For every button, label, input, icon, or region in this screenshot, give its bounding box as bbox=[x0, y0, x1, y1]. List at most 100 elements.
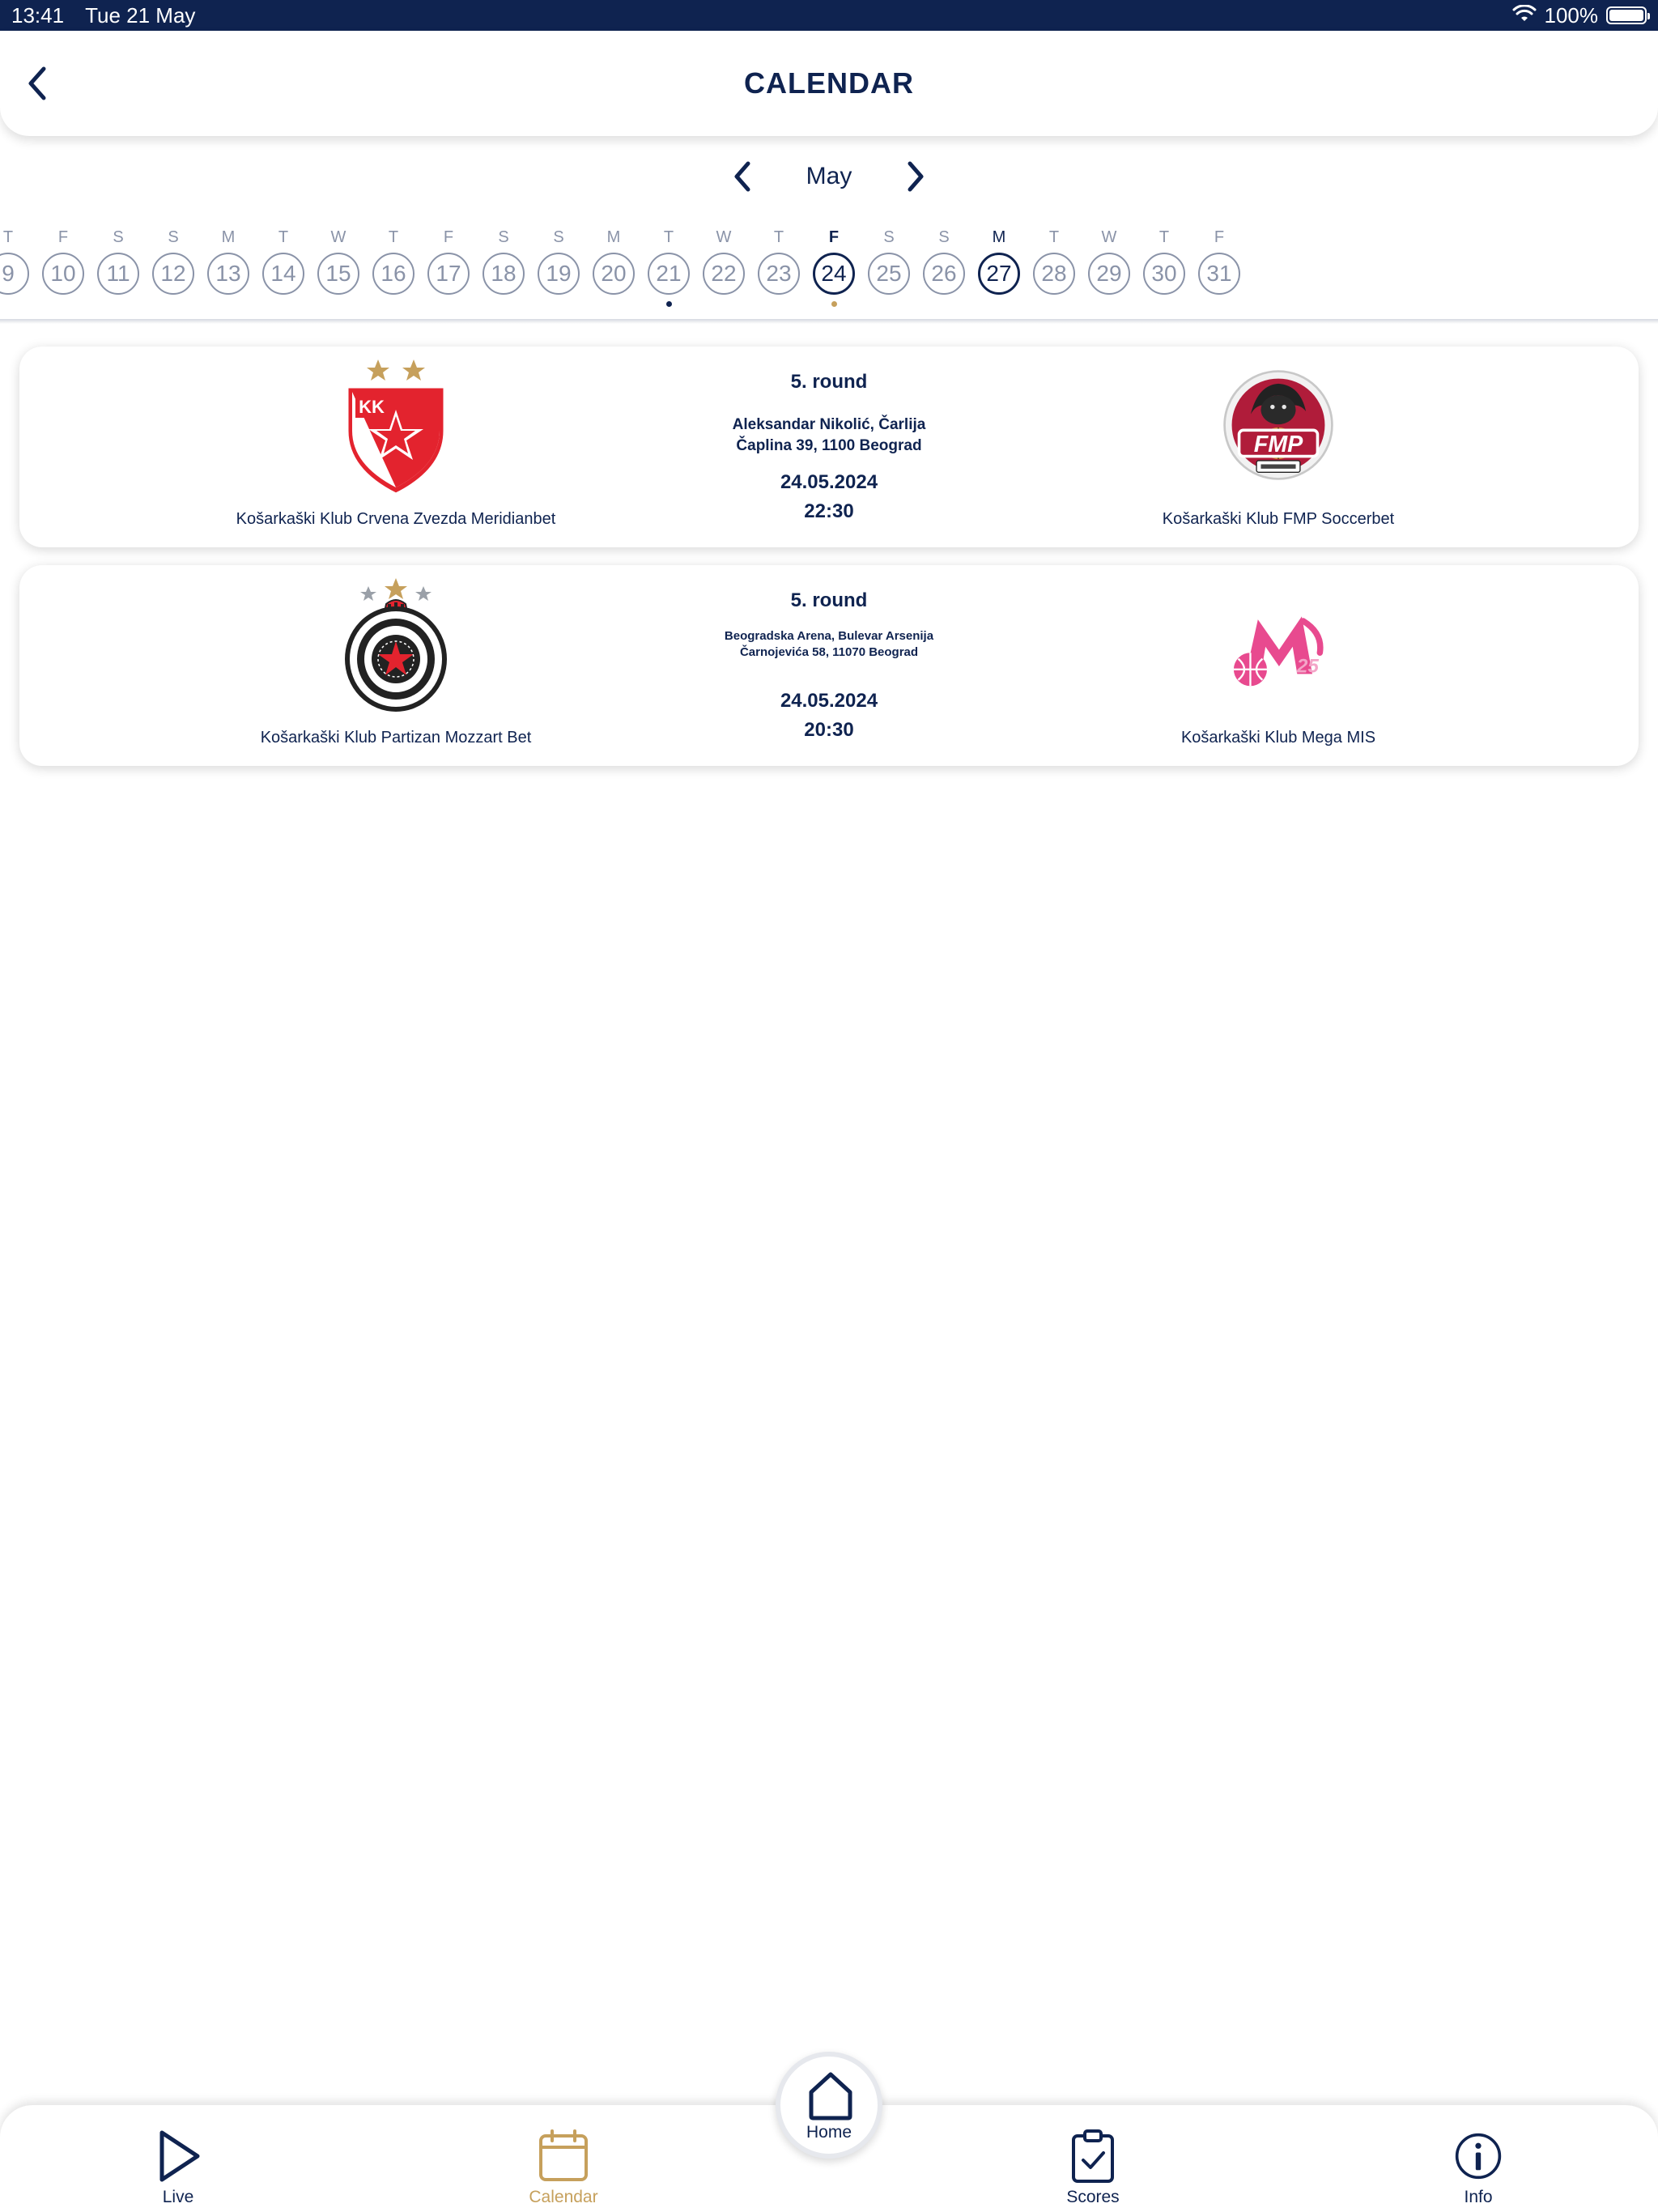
partizan-logo bbox=[339, 578, 453, 712]
day-31[interactable]: F 31 bbox=[1198, 223, 1240, 313]
home-button[interactable]: Home bbox=[776, 2052, 882, 2159]
match-time: 20:30 bbox=[804, 719, 854, 741]
match-card[interactable]: KK Košarkaški Klub Crvena Zvezda Meridia… bbox=[19, 347, 1639, 547]
day-13[interactable]: M 13 bbox=[207, 223, 249, 313]
match-time: 22:30 bbox=[804, 500, 854, 522]
tab-scores[interactable]: Scores bbox=[1012, 2129, 1174, 2210]
info-icon bbox=[1454, 2129, 1503, 2183]
next-month-button[interactable] bbox=[898, 159, 933, 194]
home-team[interactable]: KK Košarkaški Klub Crvena Zvezda Meridia… bbox=[169, 358, 623, 544]
tab-scores-label: Scores bbox=[1066, 2188, 1120, 2206]
tab-live[interactable]: Live bbox=[97, 2129, 259, 2210]
day-17[interactable]: F 17 bbox=[427, 223, 470, 313]
match-date: 24.05.2024 bbox=[780, 690, 878, 712]
away-team[interactable]: FMP Košarkaški Klub FMP Soccerbet bbox=[1052, 358, 1505, 544]
status-bar: 13:41 Tue 21 May 100% bbox=[0, 0, 1658, 31]
day-letter: T bbox=[773, 228, 784, 246]
day-9[interactable]: T9 bbox=[0, 223, 29, 313]
day-letter: S bbox=[498, 228, 509, 246]
match-card[interactable]: Košarkaški Klub Partizan Mozzart Bet 5. … bbox=[19, 565, 1639, 766]
battery-icon bbox=[1606, 6, 1650, 24]
day-number: 19 bbox=[538, 253, 580, 295]
away-team-name: Košarkaški Klub FMP Soccerbet bbox=[1162, 510, 1395, 528]
day-11[interactable]: S 11 bbox=[97, 223, 139, 313]
away-team[interactable]: 25 Košarkaški Klub Mega MIS bbox=[1052, 576, 1505, 763]
status-date: Tue 21 May bbox=[85, 2, 196, 28]
day-number: 20 bbox=[593, 253, 635, 295]
day-letter: F bbox=[1214, 228, 1225, 246]
day-number: 24 bbox=[813, 253, 855, 295]
day-number: 22 bbox=[703, 253, 745, 295]
match-round: 5. round bbox=[790, 371, 868, 393]
status-time: 13:41 bbox=[11, 2, 65, 28]
day-letter: F bbox=[57, 228, 69, 246]
page-title: CALENDAR bbox=[744, 66, 914, 100]
tab-info[interactable]: Info bbox=[1397, 2129, 1559, 2210]
day-24[interactable]: F 24 bbox=[813, 223, 855, 313]
day-letter: T bbox=[388, 228, 399, 246]
day-number: 26 bbox=[923, 253, 965, 295]
day-letter: M bbox=[221, 228, 236, 246]
day-14[interactable]: T 14 bbox=[262, 223, 304, 313]
day-letter: S bbox=[168, 228, 179, 246]
svg-text:KK: KK bbox=[359, 397, 385, 417]
home-team[interactable]: Košarkaški Klub Partizan Mozzart Bet bbox=[169, 576, 623, 763]
match-date: 24.05.2024 bbox=[780, 471, 878, 493]
day-number: 18 bbox=[483, 253, 525, 295]
day-28[interactable]: T 28 bbox=[1033, 223, 1075, 313]
back-button[interactable] bbox=[18, 63, 58, 104]
event-dot bbox=[831, 301, 837, 307]
previous-month-button[interactable] bbox=[725, 159, 760, 194]
day-23[interactable]: T 23 bbox=[758, 223, 800, 313]
mega-logo: 25 bbox=[1222, 583, 1335, 704]
tab-calendar-label: Calendar bbox=[529, 2188, 598, 2206]
day-letter: F bbox=[828, 228, 840, 246]
day-number: 13 bbox=[207, 253, 249, 295]
day-10[interactable]: F 10 bbox=[42, 223, 84, 313]
day-number: 11 bbox=[97, 253, 139, 295]
clipboard-check-icon bbox=[1069, 2129, 1117, 2183]
day-16[interactable]: T 16 bbox=[372, 223, 414, 313]
day-27[interactable]: M 27 bbox=[978, 223, 1020, 313]
day-letter: S bbox=[553, 228, 564, 246]
day-30[interactable]: T 30 bbox=[1143, 223, 1185, 313]
day-25[interactable]: S 25 bbox=[868, 223, 910, 313]
header: CALENDAR bbox=[0, 31, 1658, 136]
day-number: 16 bbox=[372, 253, 414, 295]
day-29[interactable]: W 29 bbox=[1088, 223, 1130, 313]
day-12[interactable]: S 12 bbox=[152, 223, 194, 313]
day-letter: T bbox=[663, 228, 674, 246]
away-team-name: Košarkaški Klub Mega MIS bbox=[1180, 729, 1376, 747]
match-info: 5. round Beogradska Arena, Bulevar Arsen… bbox=[691, 565, 967, 766]
crvena-zvezda-logo: KK bbox=[339, 359, 453, 494]
day-20[interactable]: M 20 bbox=[593, 223, 635, 313]
day-number: 21 bbox=[648, 253, 690, 295]
day-26[interactable]: S 26 bbox=[923, 223, 965, 313]
day-number: 9 bbox=[0, 253, 29, 295]
chevron-right-icon bbox=[908, 161, 924, 192]
day-letter: W bbox=[1101, 228, 1117, 246]
day-letter: W bbox=[716, 228, 732, 246]
day-22[interactable]: W 22 bbox=[703, 223, 745, 313]
day-21[interactable]: T 21 bbox=[648, 223, 690, 313]
tab-info-label: Info bbox=[1464, 2188, 1493, 2206]
match-venue: Beogradska Arena, Bulevar Arsenija Čarno… bbox=[724, 629, 934, 659]
day-number: 28 bbox=[1033, 253, 1075, 295]
day-number: 23 bbox=[758, 253, 800, 295]
day-letter: F bbox=[443, 228, 454, 246]
wifi-icon bbox=[1512, 3, 1537, 28]
day-15[interactable]: W 15 bbox=[317, 223, 359, 313]
match-venue: Aleksandar Nikolić, Čarlija Čaplina 39, … bbox=[732, 416, 926, 454]
tab-calendar[interactable]: Calendar bbox=[483, 2129, 644, 2210]
home-button-label: Home bbox=[806, 2123, 852, 2142]
day-letter: S bbox=[883, 228, 895, 246]
day-strip-divider bbox=[0, 319, 1658, 324]
day-number: 15 bbox=[317, 253, 359, 295]
day-letter: M bbox=[606, 228, 621, 246]
svg-text:25: 25 bbox=[1296, 655, 1319, 677]
month-label: May bbox=[806, 163, 852, 189]
fmp-logo: FMP bbox=[1222, 364, 1335, 486]
day-number: 27 bbox=[978, 253, 1020, 295]
day-19[interactable]: S 19 bbox=[538, 223, 580, 313]
day-18[interactable]: S 18 bbox=[483, 223, 525, 313]
